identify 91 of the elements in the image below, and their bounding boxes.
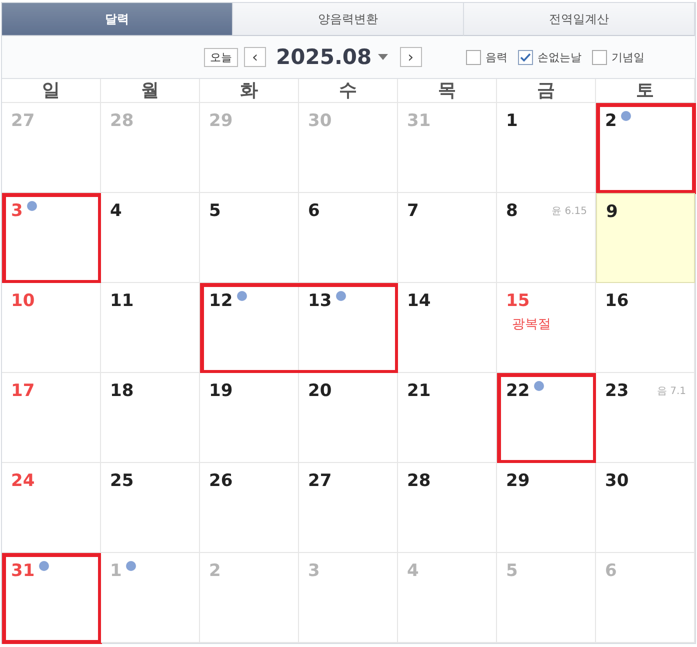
day-cell[interactable]: 12 <box>200 283 299 373</box>
day-cell[interactable]: 21 <box>398 373 497 463</box>
day-number: 3 <box>11 201 23 221</box>
checkbox-label: 음력 <box>486 50 508 64</box>
day-cell[interactable]: 5 <box>200 193 299 283</box>
day-number: 4 <box>407 561 419 581</box>
day-cell[interactable]: 11 <box>101 283 200 373</box>
weekday-header: 토 <box>596 79 695 103</box>
day-cell[interactable]: 26 <box>200 463 299 553</box>
next-month-button[interactable]: › <box>400 47 422 67</box>
day-cell[interactable]: 1 <box>497 103 596 193</box>
day-number: 30 <box>308 111 332 131</box>
day-cell[interactable]: 27 <box>299 463 398 553</box>
day-number: 25 <box>110 471 134 491</box>
day-number: 29 <box>506 471 530 491</box>
day-number: 14 <box>407 291 431 311</box>
day-number: 27 <box>11 111 35 131</box>
day-number: 21 <box>407 381 431 401</box>
holiday-name: 광복절 <box>512 316 552 333</box>
lunar-date: 음 7.1 <box>656 385 686 398</box>
day-number: 16 <box>605 291 629 311</box>
tab[interactable]: 양음력변환 <box>233 3 464 36</box>
day-cell[interactable]: 6 <box>299 193 398 283</box>
day-number: 7 <box>407 201 419 221</box>
day-number: 17 <box>11 381 35 401</box>
tab[interactable]: 달력 <box>2 3 233 36</box>
previous-month-button[interactable]: ‹ <box>244 47 266 67</box>
day-cell[interactable]: 10 <box>2 283 101 373</box>
day-number: 10 <box>11 291 35 311</box>
day-cell[interactable]: 25 <box>101 463 200 553</box>
day-number: 3 <box>308 561 320 581</box>
caret-icon[interactable] <box>378 54 388 60</box>
day-cell[interactable]: 28 <box>398 463 497 553</box>
day-number: 4 <box>110 201 122 221</box>
day-cell[interactable]: 31 <box>2 553 101 643</box>
checkbox[interactable] <box>592 50 607 64</box>
day-number: 26 <box>209 471 233 491</box>
day-number: 29 <box>209 111 233 131</box>
day-cell[interactable]: 8 윤 6.15 <box>497 193 596 283</box>
day-cell[interactable]: 3 <box>2 193 101 283</box>
day-number: 2 <box>605 111 617 131</box>
day-number: 23 <box>605 381 629 401</box>
day-cell[interactable]: 29 <box>497 463 596 553</box>
day-number: 28 <box>407 471 431 491</box>
day-cell[interactable]: 22 <box>497 373 596 463</box>
day-number: 15 <box>506 291 530 311</box>
day-cell[interactable]: 20 <box>299 373 398 463</box>
day-number: 22 <box>506 381 530 401</box>
day-number: 6 <box>308 201 320 221</box>
day-cell[interactable]: 7 <box>398 193 497 283</box>
day-number: 1 <box>110 561 122 581</box>
today-button[interactable]: 오늘 <box>204 48 238 66</box>
day-cell[interactable]: 16 <box>596 283 695 373</box>
day-cell[interactable]: 13 <box>299 283 398 373</box>
day-number: 20 <box>308 381 332 401</box>
day-cell[interactable]: 9 <box>596 193 695 283</box>
day-cell[interactable]: 24 <box>2 463 101 553</box>
day-number: 30 <box>605 471 629 491</box>
day-cell[interactable]: 15 광복절 <box>497 283 596 373</box>
day-number: 2 <box>209 561 221 581</box>
day-number: 19 <box>209 381 233 401</box>
checkbox[interactable] <box>466 50 481 64</box>
day-number: 31 <box>407 111 431 131</box>
day-cell[interactable]: 14 <box>398 283 497 373</box>
checkbox-label: 손없는날 <box>538 50 582 64</box>
day-number: 18 <box>110 381 134 401</box>
day-number: 27 <box>308 471 332 491</box>
tab[interactable]: 전역일계산 <box>464 3 695 36</box>
day-number: 1 <box>506 111 518 131</box>
lunar-date: 윤 6.15 <box>552 205 587 218</box>
day-number: 24 <box>11 471 35 491</box>
day-cell[interactable]: 2 <box>596 103 695 193</box>
day-number: 8 <box>506 201 518 221</box>
day-number: 28 <box>110 111 134 131</box>
day-number: 11 <box>110 291 134 311</box>
day-number: 12 <box>209 291 233 311</box>
day-cell[interactable]: 19 <box>200 373 299 463</box>
day-number: 9 <box>606 202 618 222</box>
day-number: 5 <box>209 201 221 221</box>
day-cell[interactable]: 17 <box>2 373 101 463</box>
checkbox-label: 기념일 <box>612 50 645 64</box>
day-number: 6 <box>605 561 617 581</box>
checkbox[interactable] <box>518 50 533 64</box>
day-number: 5 <box>506 561 518 581</box>
day-number: 31 <box>11 561 35 581</box>
day-cell[interactable]: 30 <box>596 463 695 553</box>
day-cell[interactable]: 4 <box>101 193 200 283</box>
day-cell[interactable]: 23 음 7.1 <box>596 373 695 463</box>
day-cell[interactable]: 18 <box>101 373 200 463</box>
month-title: 2025.08 <box>276 45 372 69</box>
day-number: 13 <box>308 291 332 311</box>
